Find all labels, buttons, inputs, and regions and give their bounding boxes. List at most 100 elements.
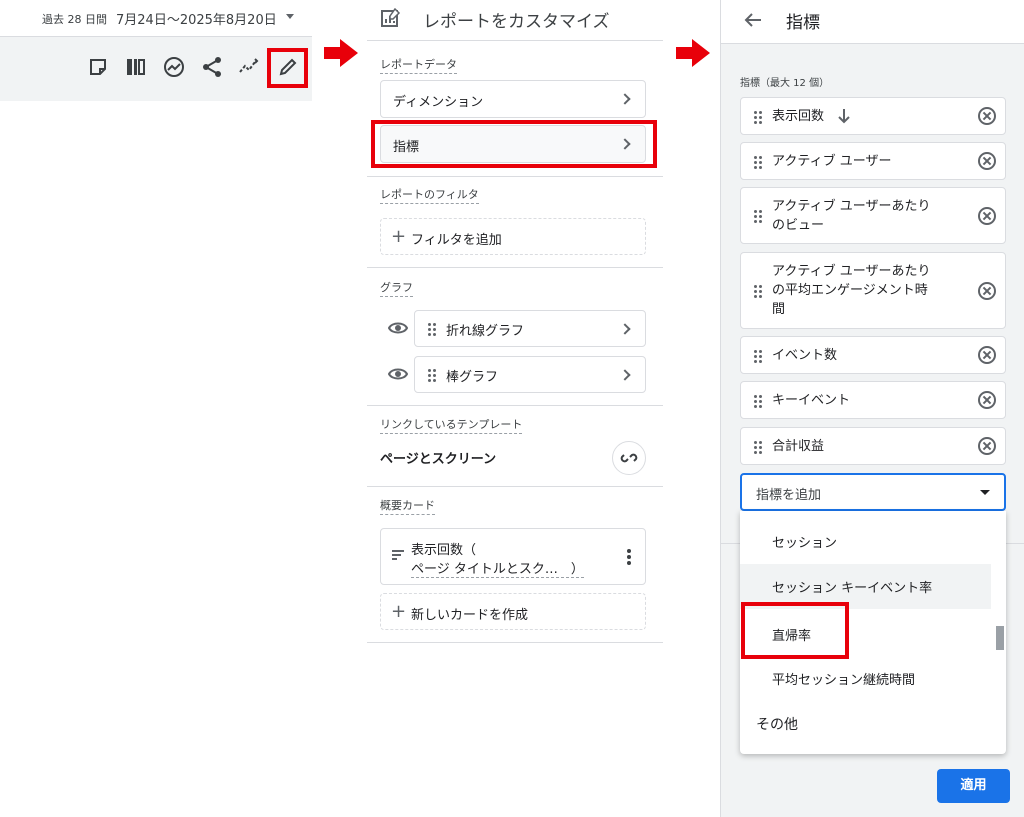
metric-label: のビュー [772,218,825,233]
divider [367,40,663,41]
linked-template-label: リンクしているテンプレート [380,416,523,434]
plus-icon: + [391,226,407,247]
graph-section-label: グラフ [380,279,413,297]
arrow-right-icon [324,39,358,71]
summary-card-dimension: ページ タイトルとスク… ） [411,558,584,578]
drag-handle-icon[interactable] [428,369,436,382]
report-data-section-label: レポートデータ [380,56,457,74]
more-vert-icon[interactable] [627,549,631,569]
divider [367,267,663,268]
plus-icon: + [391,601,407,622]
dropdown-option[interactable]: 平均セッション継続時間 [772,669,915,688]
divider [367,405,663,406]
insights-icon[interactable] [163,56,185,78]
panel-title: レポートをカスタマイズ [423,12,610,32]
metric-row[interactable]: 表示回数 [740,97,1006,135]
dropdown-option[interactable]: セッション キーイベント率 [772,577,932,596]
metric-label: イベント数 [772,348,838,363]
new-card-label: 新しいカードを作成 [411,608,529,623]
drag-handle-icon[interactable] [754,395,762,408]
text-lines-icon [391,549,405,563]
report-toolbar-panel: 過去 28 日間 7月24日～2025年8月20日 [0,0,312,101]
unlink-icon[interactable] [612,441,646,475]
metric-label: アクティブ ユーザーあたり [772,264,931,279]
metric-row[interactable]: アクティブ ユーザー [740,142,1006,180]
metric-label: の平均エンゲージメント時 [772,283,928,298]
edit-highlight-box [267,48,308,88]
metrics-highlight-box [371,120,657,168]
drag-handle-icon[interactable] [754,441,762,454]
add-metric-placeholder: 指標を追加 [756,488,822,503]
summary-card[interactable]: 表示回数（ ページ タイトルとスク… ） [380,528,646,585]
arrow-down-icon[interactable] [837,108,851,124]
divider [367,486,663,487]
eye-icon[interactable] [388,321,408,335]
scrollbar-thumb[interactable] [996,626,1004,650]
metric-row[interactable]: アクティブ ユーザーあたり のビュー [740,187,1006,244]
caret-down-icon [286,14,294,19]
bounce-rate-highlight-box [741,602,849,659]
dropdown-option[interactable]: セッション [772,532,837,551]
drag-handle-icon[interactable] [754,111,762,124]
drag-handle-icon[interactable] [754,156,762,169]
remove-icon[interactable] [978,152,996,170]
new-card-button[interactable]: + 新しいカードを作成 [380,593,646,630]
metric-label: 表示回数 [772,109,825,124]
metric-label: 合計収益 [772,439,825,454]
dimension-label: ディメンション [393,95,484,110]
remove-icon[interactable] [978,437,996,455]
panel-title: 指標 [786,13,820,33]
add-filter-label: フィルタを追加 [411,233,502,248]
filter-section-label: レポートのフィルタ [380,186,479,204]
share-icon[interactable] [201,56,223,78]
line-graph-row[interactable]: 折れ線グラフ [414,310,646,347]
remove-icon[interactable] [978,282,996,300]
metric-row[interactable]: キーイベント [740,381,1006,419]
bar-graph-label: 棒グラフ [446,370,499,385]
eye-icon[interactable] [388,367,408,381]
add-metric-select[interactable]: 指標を追加 [740,473,1006,511]
remove-icon[interactable] [978,207,996,225]
arrow-right-icon [676,39,710,71]
divider [367,176,663,177]
note-icon[interactable] [87,56,109,78]
remove-icon[interactable] [978,391,996,409]
remove-icon[interactable] [978,346,996,364]
metrics-header [721,0,1024,44]
metric-label: 間 [772,302,786,317]
drag-handle-icon[interactable] [428,323,436,336]
template-name: ページとスクリーン [380,452,497,467]
metric-row[interactable]: アクティブ ユーザーあたり の平均エンゲージメント時 間 [740,252,1006,329]
metrics-caption: 指標（最大 12 個） [740,78,830,89]
summary-card-title: 表示回数（ [411,543,477,558]
customize-report-panel: レポートをカスタマイズ レポートデータ ディメンション 指標 レポートのフィルタ… [367,0,663,645]
drag-handle-icon[interactable] [754,350,762,363]
metric-row[interactable]: イベント数 [740,336,1006,374]
remove-icon[interactable] [978,107,996,125]
other-group-label[interactable]: その他 [756,714,798,734]
chevron-right-icon [619,93,631,105]
apply-button[interactable]: 適用 [937,769,1010,803]
drag-handle-icon[interactable] [754,285,762,298]
date-preset-label: 過去 28 日間 [42,13,107,26]
caret-down-icon [980,490,990,495]
divider [367,642,663,643]
summary-card-section-label: 概要カード [380,497,435,515]
customize-icon [381,8,401,28]
metric-label: アクティブ ユーザーあたり [772,199,931,214]
bar-graph-row[interactable]: 棒グラフ [414,356,646,393]
back-arrow-icon[interactable] [743,10,763,30]
chevron-right-icon [619,323,631,335]
chevron-right-icon [619,369,631,381]
compare-icon[interactable] [125,56,147,78]
metric-label: アクティブ ユーザー [772,154,892,169]
metric-row[interactable]: 合計収益 [740,427,1006,465]
trend-icon[interactable] [238,56,260,78]
metric-label: キーイベント [772,393,851,408]
line-graph-label: 折れ線グラフ [446,324,525,339]
metrics-panel: 指標 指標（最大 12 個） 表示回数 アクティブ ユーザー アクティブ ユーザ… [720,0,1024,817]
dimension-row[interactable]: ディメンション [380,80,646,118]
date-range-selector[interactable]: 過去 28 日間 7月24日～2025年8月20日 [0,0,312,37]
drag-handle-icon[interactable] [754,210,762,223]
add-filter-button[interactable]: + フィルタを追加 [380,218,646,255]
